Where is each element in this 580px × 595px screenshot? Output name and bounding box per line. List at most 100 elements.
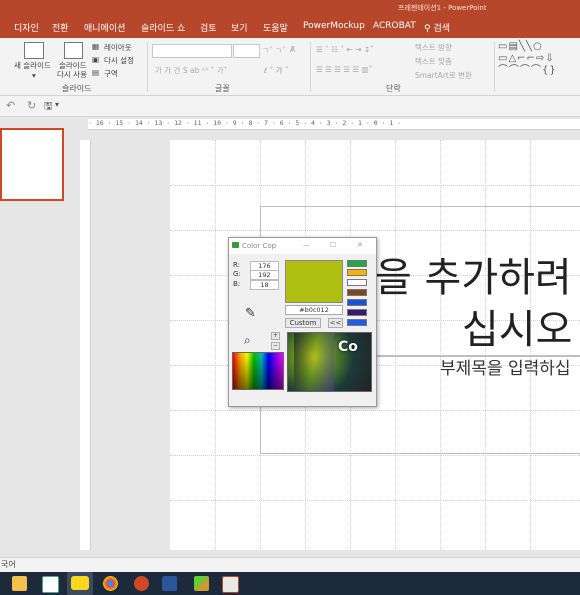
history-swatch[interactable] [347, 279, 367, 286]
clear-format-icon[interactable]: A̸ [290, 45, 295, 54]
redo-icon[interactable]: ↻ [27, 99, 36, 112]
file-explorer-icon[interactable] [12, 576, 27, 591]
tab-animations[interactable]: 애니메이션 [84, 21, 125, 34]
list-buttons[interactable]: ☰ ˅ ☷ ˅ ⇤ ⇥ ↕˅ [316, 45, 374, 54]
current-color-swatch [285, 260, 343, 303]
expand-button[interactable]: << [328, 318, 343, 328]
section-button[interactable]: 구역 [104, 68, 118, 79]
font-style-buttons[interactable]: 가 가 간 S ab ᴬᴬ ˅ 가˅ [155, 65, 227, 76]
lightbulb-icon: ⚲ [424, 24, 431, 34]
minimize-icon[interactable]: — [303, 241, 310, 249]
divider [310, 42, 311, 92]
align-buttons[interactable]: ☰ ☰ ☰ ☰ ☰ ▥˅ [316, 65, 372, 74]
divider [494, 42, 495, 92]
history-swatch[interactable] [347, 260, 367, 267]
divider [147, 42, 148, 92]
font-color-icon[interactable]: ℓ ˅ 가 ˅ [264, 65, 289, 76]
reset-button[interactable]: 다시 설정 [104, 55, 134, 66]
search-box[interactable]: ⚲ 검색 [424, 21, 450, 34]
new-slide-icon[interactable] [24, 42, 44, 59]
g-value-field[interactable]: 192 [250, 270, 279, 280]
magnifier-icon[interactable]: ⌕ [244, 333, 251, 348]
grow-font-icon[interactable]: ㄱ˄ ㄱ˅ [262, 45, 286, 56]
tab-slideshow[interactable]: 슬라이드 쇼 [141, 21, 185, 34]
history-swatch[interactable] [347, 319, 367, 326]
dropdown-arrow-icon: ▾ [32, 71, 36, 80]
ribbon: 새 슬라이드 ▾ 슬라이드 다시 사용 ▦ 레이아웃 ▣ 다시 설정 ▤ 구역 … [0, 38, 580, 96]
zoom-out-button[interactable]: − [271, 342, 280, 350]
search-label: 검색 [433, 24, 451, 34]
undo-icon[interactable]: ↶ [6, 99, 15, 112]
layout-icon: ▦ [92, 42, 100, 51]
tab-review[interactable]: 검토 [200, 21, 217, 34]
window-title: 프레젠테이션1 - PowerPoint [398, 4, 487, 12]
history-swatch[interactable] [347, 309, 367, 316]
hex-value-field[interactable]: #b0c012 [285, 305, 343, 315]
colorcop-window[interactable]: Color Cop — ☐ ✕ R: G: B: 176 192 18 #b0c… [228, 237, 377, 407]
quick-access-toolbar: ↶ ↻ 🖫 ▾ [0, 96, 580, 117]
title-bar: 프레젠테이션1 - PowerPoint [0, 0, 580, 16]
custom-color-button[interactable]: Custom [285, 318, 321, 328]
powerpoint-icon[interactable] [134, 576, 149, 591]
font-name-combo[interactable] [152, 44, 232, 58]
group-label-slides: 슬라이드 [62, 84, 92, 93]
grid-line [170, 185, 580, 186]
zoom-in-button[interactable]: + [271, 332, 280, 340]
app-icon[interactable] [42, 576, 59, 593]
history-swatch[interactable] [347, 269, 367, 276]
grid-line [170, 500, 580, 501]
tab-view[interactable]: 보기 [231, 21, 248, 34]
align-text-button[interactable]: 텍스트 맞춤 [415, 56, 452, 67]
chrome-icon[interactable] [103, 576, 118, 591]
reuse-slides-label-2[interactable]: 다시 사용 [57, 69, 87, 80]
group-label-paragraph: 단락 [386, 84, 401, 93]
language-indicator[interactable]: 국어 [1, 559, 16, 570]
slide-title-line-2[interactable]: 십시오 [462, 297, 572, 355]
reuse-slides-icon[interactable] [64, 42, 83, 59]
tab-transitions[interactable]: 전환 [52, 21, 69, 34]
eyedropper-icon[interactable]: ✎ [245, 306, 256, 321]
slide-title-line-1[interactable]: 을 추가하려 [375, 245, 572, 303]
ruler-marks: · 16 · 15 · 14 · 13 · 12 · 11 · 10 · 9 ·… [88, 119, 402, 127]
magnifier-text: Co [338, 339, 358, 355]
colorcop-app-icon [232, 242, 239, 248]
layout-button[interactable]: 레이아웃 [104, 42, 132, 53]
b-label: B: [233, 280, 241, 288]
taskbar [0, 572, 580, 595]
new-slide-button[interactable]: 새 슬라이드 [14, 60, 51, 71]
kakaotalk-icon[interactable] [67, 572, 93, 595]
start-slideshow-icon[interactable]: 🖫 [44, 99, 53, 116]
text-direction-button[interactable]: 텍스트 방향 [415, 42, 452, 53]
tab-powermockup[interactable]: PowerMockup [303, 21, 365, 31]
word-icon[interactable] [162, 576, 177, 591]
tab-help[interactable]: 도움말 [263, 21, 288, 34]
reset-icon: ▣ [92, 55, 100, 64]
slide-subtitle[interactable]: 부제목을 입력하십 [440, 354, 571, 379]
history-swatch[interactable] [347, 299, 367, 306]
colorcop-title: Color Cop [242, 242, 277, 250]
colorcop-title-bar[interactable]: Color Cop — ☐ ✕ [229, 238, 376, 254]
section-icon: ▤ [92, 68, 100, 77]
font-size-combo[interactable] [233, 44, 260, 58]
shapes-gallery[interactable]: ▭▤╲╲○ ▭△⌐⌐⇨⇩ ⌒⌒⌒⌒{} [498, 41, 580, 79]
grid-line [170, 455, 580, 456]
b-value-field[interactable]: 18 [250, 280, 279, 290]
g-label: G: [233, 270, 241, 278]
stack-app-icon[interactable] [194, 576, 209, 591]
history-swatch[interactable] [347, 289, 367, 296]
colorcop-taskbar-icon[interactable] [222, 576, 239, 593]
maximize-icon[interactable]: ☐ [330, 241, 336, 249]
grid-line [215, 140, 216, 550]
r-label: R: [233, 261, 241, 269]
tab-acrobat[interactable]: ACROBAT [373, 21, 416, 31]
smartart-button[interactable]: SmartArt로 변환 [415, 70, 472, 81]
group-label-font: 글꼴 [215, 84, 230, 93]
magnifier-preview: Co [287, 332, 372, 392]
customize-qat-icon[interactable]: ▾ [55, 100, 59, 109]
slide-thumbnail[interactable] [0, 128, 64, 201]
color-palette[interactable] [232, 352, 284, 390]
close-icon[interactable]: ✕ [357, 241, 363, 249]
tab-design[interactable]: 디자인 [14, 21, 39, 34]
status-bar: 국어 [0, 557, 580, 572]
horizontal-ruler: · 16 · 15 · 14 · 13 · 12 · 11 · 10 · 9 ·… [88, 119, 580, 130]
